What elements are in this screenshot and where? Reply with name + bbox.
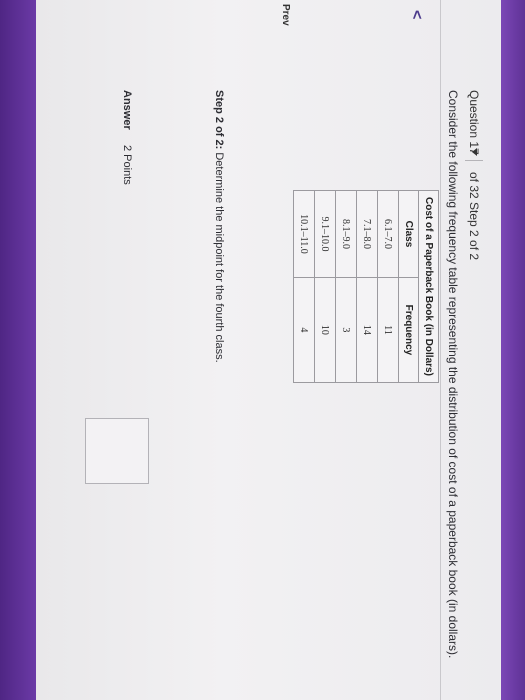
question-page: Question 17 of 32 Step 2 of 2 Consider t… — [36, 0, 501, 700]
class-cell: 6.1–7.0 — [377, 190, 399, 278]
class-cell: 7.1–8.0 — [356, 190, 378, 278]
prev-button[interactable]: Prev — [280, 4, 291, 26]
column-header-class: Class — [398, 190, 419, 278]
table-row: 8.1–9.0 3 — [335, 190, 357, 383]
class-cell: 9.1–10.0 — [314, 190, 336, 278]
points-label: 2 Points — [121, 145, 133, 185]
answer-input[interactable] — [85, 418, 149, 484]
chevron-down-icon[interactable] — [472, 148, 477, 156]
step-label: Step 2 of 2: — [213, 90, 225, 150]
column-header-frequency: Frequency — [398, 277, 419, 383]
step-text: Determine the midpoint for the fourth cl… — [213, 149, 225, 363]
frequency-cell: 10 — [314, 277, 336, 383]
table-title: Cost of a Paperback Book (in Dollars) — [418, 190, 439, 383]
table-row: 10.1–11.0 4 — [293, 190, 315, 383]
question-header: Question 17 of 32 Step 2 of 2 Consider t… — [440, 0, 501, 700]
frequency-table: Cost of a Paperback Book (in Dollars) Cl… — [293, 190, 439, 383]
frequency-cell: 3 — [335, 277, 357, 383]
header-divider — [465, 160, 483, 161]
question-progress: of 32 Step 2 of 2 — [467, 172, 481, 261]
right-frame — [501, 0, 525, 700]
table-row: 7.1–8.0 14 — [356, 190, 378, 383]
screen: Question 17 of 32 Step 2 of 2 Consider t… — [36, 0, 501, 700]
table-row: 9.1–10.0 10 — [314, 190, 336, 383]
chevron-left-icon[interactable]: < — [407, 10, 425, 19]
answer-label: Answer — [121, 90, 133, 130]
frequency-cell: 14 — [356, 277, 378, 383]
class-cell: 8.1–9.0 — [335, 190, 357, 278]
step-instruction: Step 2 of 2: Determine the midpoint for … — [213, 90, 225, 363]
class-cell: 10.1–11.0 — [293, 190, 315, 278]
frequency-cell: 4 — [293, 277, 315, 383]
left-frame — [0, 0, 36, 700]
question-intro: Consider the following frequency table r… — [446, 90, 460, 659]
frequency-cell: 11 — [377, 277, 399, 383]
table-row: 6.1–7.0 11 — [377, 190, 399, 383]
